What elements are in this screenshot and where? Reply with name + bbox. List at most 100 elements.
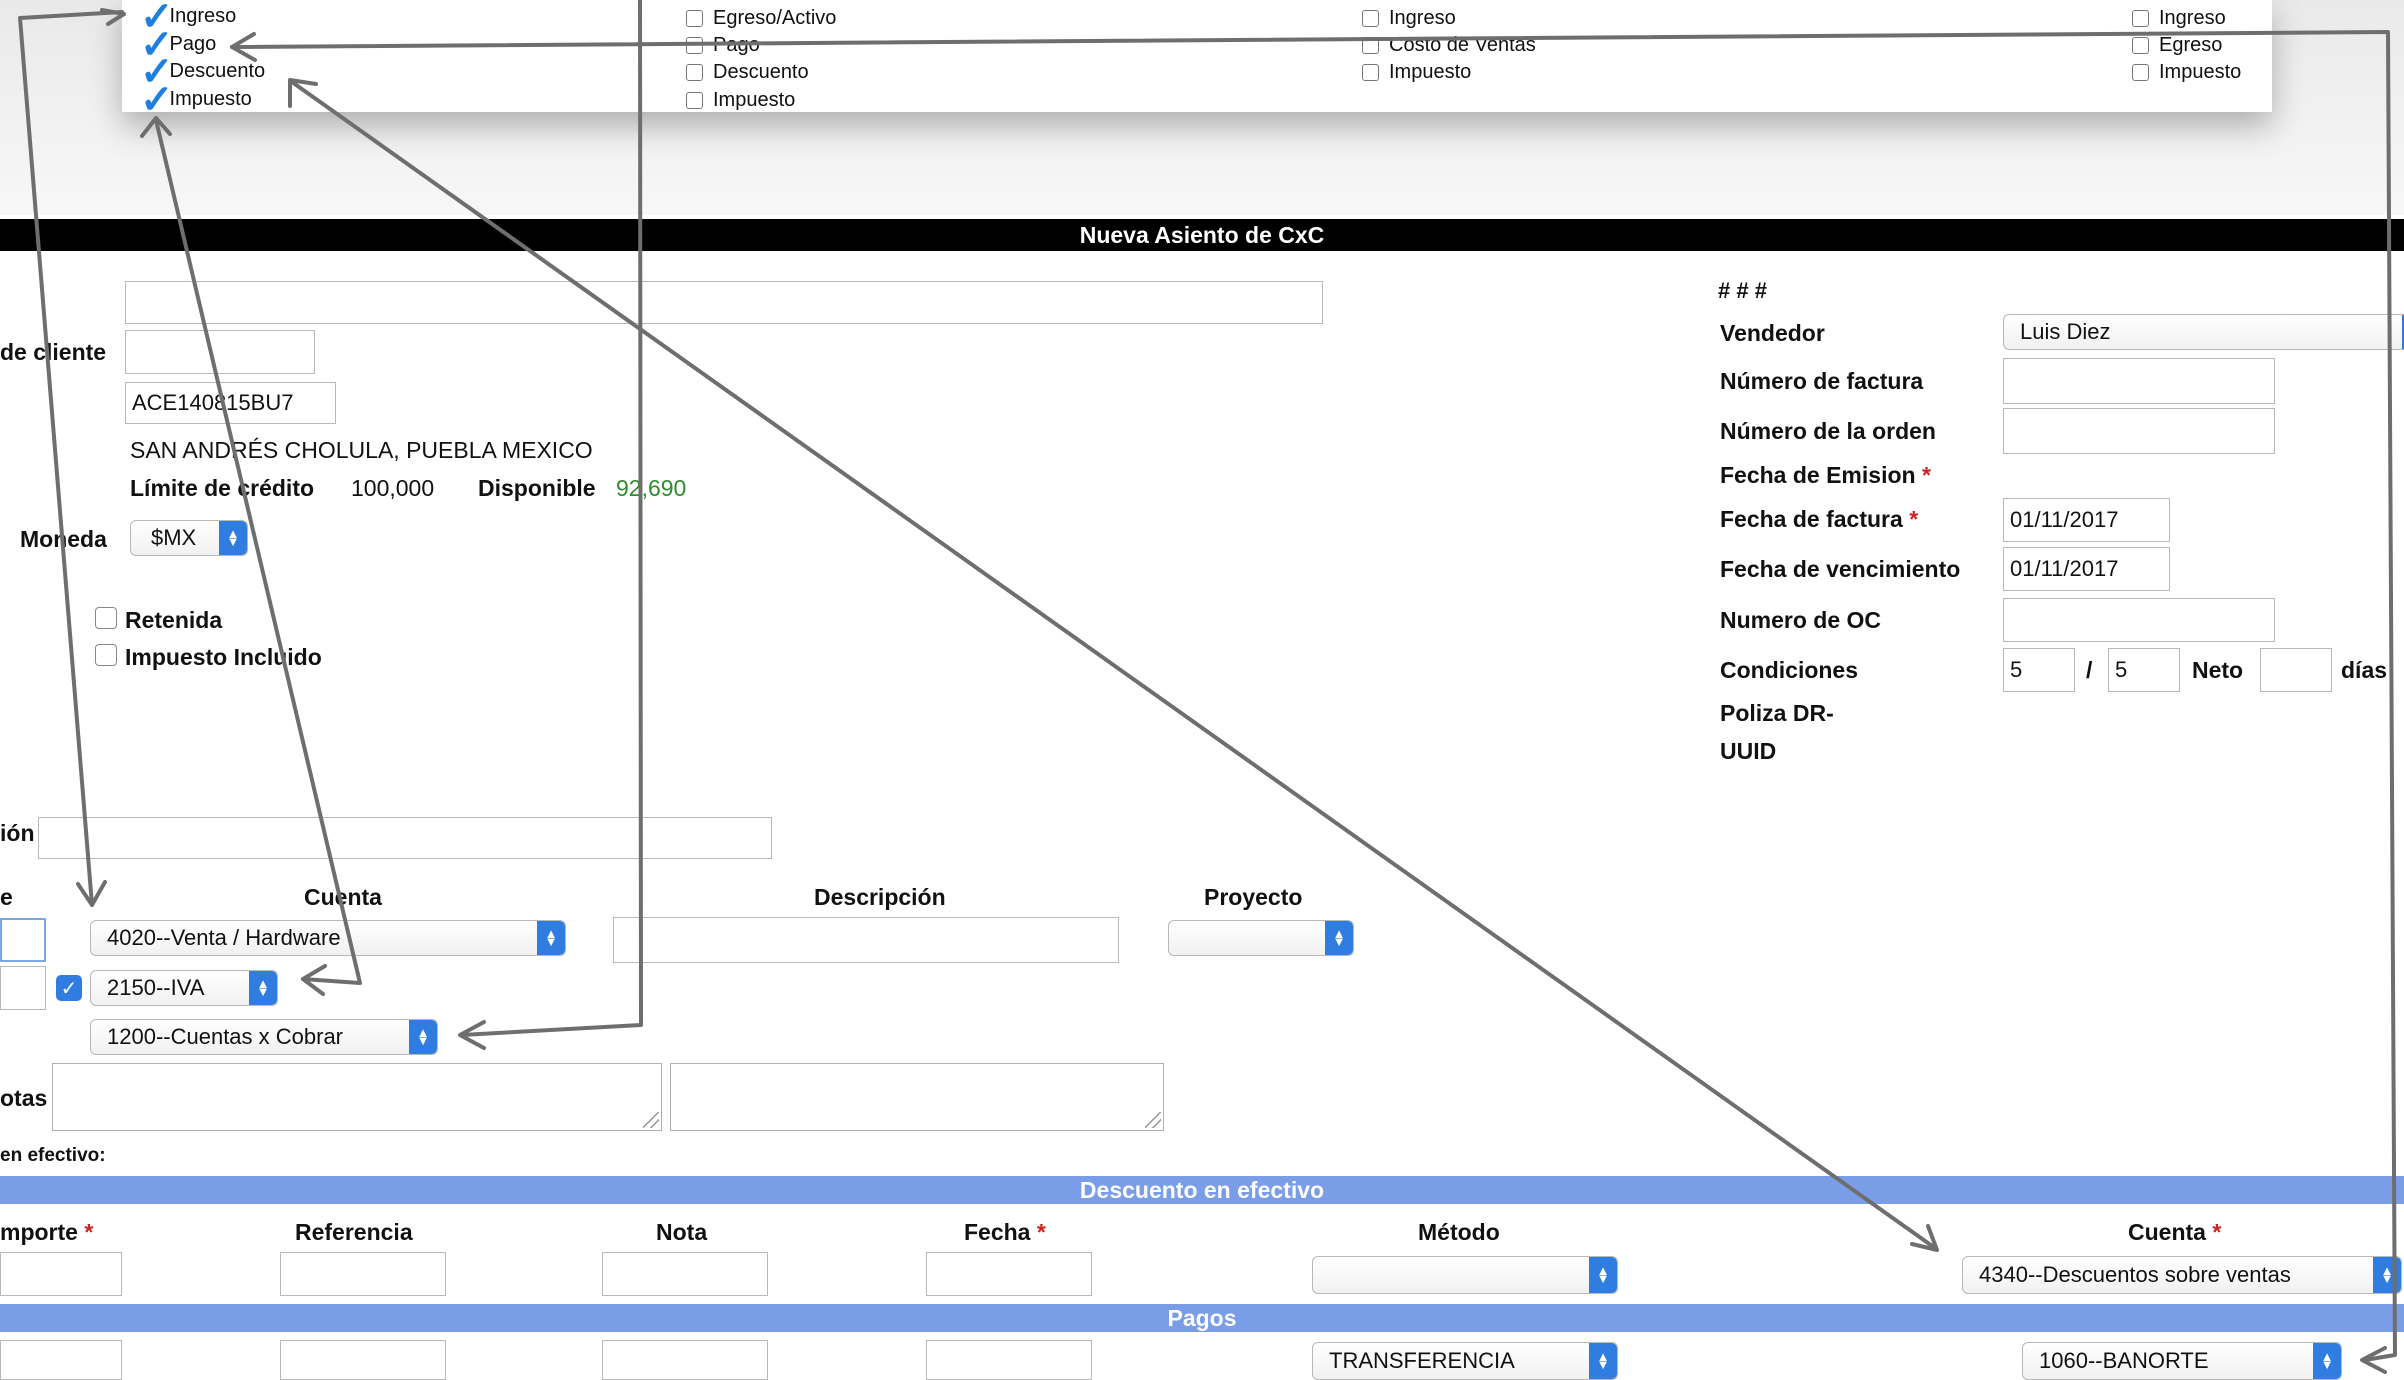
checkbox[interactable] xyxy=(686,64,703,81)
condiciones-label: Condiciones xyxy=(1720,657,1859,683)
hash-text: # # # xyxy=(1718,278,1767,303)
col1-item-impuesto[interactable]: ✓ Impuesto xyxy=(140,77,252,122)
col3-item-ingreso[interactable]: Ingreso xyxy=(1362,7,1456,30)
checkbox[interactable] xyxy=(686,92,703,109)
col2-item-egreso[interactable]: Egreso/Activo xyxy=(686,7,836,30)
checkbox[interactable] xyxy=(2132,37,2149,54)
pago-cuenta-select[interactable]: 1060--BANORTE ▲ ▼ xyxy=(2022,1342,2342,1380)
cliente-search-input[interactable] xyxy=(125,281,1323,324)
checkbox[interactable] xyxy=(1362,37,1379,54)
cuenta-select-1[interactable]: 4020--Venta / Hardware ▲ ▼ xyxy=(90,920,566,956)
fecha-factura-input[interactable]: 01/11/2017 xyxy=(2003,498,2170,542)
notas-textarea-2[interactable] xyxy=(670,1063,1164,1131)
metodo-col-header: Método xyxy=(1418,1219,1500,1245)
importe-input-2[interactable] xyxy=(0,966,46,1010)
efectivo-label: en efectivo: xyxy=(0,1145,106,1166)
num-factura-label: Número de factura xyxy=(1720,368,1924,394)
line-descripcion-input[interactable] xyxy=(613,917,1119,963)
neto-label: Neto xyxy=(2192,657,2244,683)
condiciones-sep: / xyxy=(2086,657,2093,683)
descuento-metodo-select[interactable]: ▲ ▼ xyxy=(1312,1256,1618,1294)
impuesto-incluido-label: Impuesto Incluido xyxy=(125,644,322,670)
cliente-label: de cliente xyxy=(0,339,107,365)
chevron-updown-icon: ▲▼ xyxy=(537,921,565,955)
address-text: SAN ANDRÉS CHOLULA, PUEBLA MEXICO xyxy=(130,437,593,463)
importe-input-1[interactable] xyxy=(0,918,46,962)
col2-item-pago[interactable]: Pago xyxy=(686,34,760,57)
descripcion-label: ión xyxy=(0,820,35,846)
moneda-label: Moneda xyxy=(20,526,107,552)
retenida-label: Retenida xyxy=(125,607,223,633)
checkbox[interactable] xyxy=(2132,10,2149,27)
chevron-updown-icon: ▲▼ xyxy=(1325,921,1353,955)
descuento-nota-input[interactable] xyxy=(602,1252,768,1296)
condiciones-input-1[interactable]: 5 xyxy=(2003,648,2075,692)
cuenta-col-header: Cuenta * xyxy=(2128,1219,2222,1245)
page-title-bar: Nueva Asiento de CxC xyxy=(0,219,2404,251)
limite-value: 100,000 xyxy=(351,475,435,501)
pago-importe-input[interactable] xyxy=(0,1340,122,1380)
notas-label: otas xyxy=(0,1085,48,1111)
fecha-emision-label: Fecha de Emision * xyxy=(1720,462,1931,488)
cuenta-header: Cuenta xyxy=(304,884,382,910)
pago-nota-input[interactable] xyxy=(602,1340,768,1380)
checkbox[interactable] xyxy=(1362,10,1379,27)
neto-input[interactable] xyxy=(2260,648,2332,692)
pago-metodo-select[interactable]: TRANSFERENCIA ▲ ▼ xyxy=(1312,1342,1618,1380)
nota-col-header: Nota xyxy=(656,1219,708,1245)
cuenta-select-2[interactable]: 2150--IVA ▲ ▼ xyxy=(90,970,278,1006)
referencia-col-header: Referencia xyxy=(295,1219,413,1245)
descuento-importe-input[interactable] xyxy=(0,1252,122,1296)
check-icon: ✓ xyxy=(140,77,174,122)
pagos-bar: Pagos xyxy=(0,1304,2404,1332)
moneda-select[interactable]: $MX ▲ ▼ xyxy=(130,520,248,556)
vendedor-label: Vendedor xyxy=(1720,320,1825,346)
fecha-col-header: Fecha * xyxy=(964,1219,1046,1245)
num-factura-input[interactable] xyxy=(2003,358,2275,404)
chevron-updown-icon: ▲▼ xyxy=(249,971,277,1005)
rfc-field: ACE140815BU7 xyxy=(125,382,336,424)
dias-label: días xyxy=(2341,657,2388,683)
impuesto-incluido-checkbox[interactable] xyxy=(95,644,117,666)
checkbox[interactable] xyxy=(1362,64,1379,81)
account-type-panel: ✓ Ingreso ✓ Pago ✓ Descuento ✓ Impuesto Egre… xyxy=(122,0,2272,122)
col2-item-descuento[interactable]: Descuento xyxy=(686,61,809,84)
descuento-referencia-input[interactable] xyxy=(280,1252,446,1296)
fecha-factura-label: Fecha de factura * xyxy=(1720,506,1919,532)
cliente-id-input[interactable] xyxy=(125,330,315,374)
poliza-label: Poliza DR- xyxy=(1720,700,1834,726)
col4-item-impuesto[interactable]: Impuesto xyxy=(2132,61,2241,84)
checkbox[interactable] xyxy=(686,37,703,54)
numero-oc-input[interactable] xyxy=(2003,598,2275,642)
descripcion-header: Descripción xyxy=(814,884,946,910)
arrowhead-cxc xyxy=(458,1020,486,1050)
condiciones-input-2[interactable]: 5 xyxy=(2108,648,2180,692)
iva-checkbox-checked[interactable]: ✓ xyxy=(56,975,82,1001)
pago-fecha-input[interactable] xyxy=(926,1340,1092,1380)
importe-col-header: mporte * xyxy=(0,1219,94,1245)
pago-referencia-input[interactable] xyxy=(280,1340,446,1380)
descripcion-input[interactable] xyxy=(38,817,772,859)
numero-oc-label: Numero de OC xyxy=(1720,607,1882,633)
proyecto-select[interactable]: ▲ ▼ xyxy=(1168,920,1354,956)
col2-item-impuesto[interactable]: Impuesto xyxy=(686,89,795,112)
descuento-fecha-input[interactable] xyxy=(926,1252,1092,1296)
col3-item-impuesto[interactable]: Impuesto xyxy=(1362,61,1471,84)
col4-item-ingreso[interactable]: Ingreso xyxy=(2132,7,2226,30)
col3-item-costo[interactable]: Costo de Ventas xyxy=(1362,34,1536,57)
vendedor-select[interactable]: Luis Diez▲▼ xyxy=(2003,314,2404,350)
chevron-updown-icon: ▲▼ xyxy=(409,1020,437,1054)
retenida-checkbox[interactable] xyxy=(95,607,117,629)
checkbox[interactable] xyxy=(686,10,703,27)
checkbox[interactable] xyxy=(2132,64,2149,81)
num-orden-input[interactable] xyxy=(2003,408,2275,454)
chevron-updown-icon: ▲▼ xyxy=(219,521,247,555)
descuento-cuenta-select[interactable]: 4340--Descuentos sobre ventas ▲ ▼ xyxy=(1962,1256,2402,1294)
cuenta-select-3[interactable]: 1200--Cuentas x Cobrar ▲ ▼ xyxy=(90,1019,438,1055)
col4-item-egreso[interactable]: Egreso xyxy=(2132,34,2222,57)
fecha-venc-input[interactable]: 01/11/2017 xyxy=(2003,547,2170,591)
importe-header: e xyxy=(0,884,13,910)
disponible-label: Disponible xyxy=(478,475,596,501)
notas-textarea-1[interactable] xyxy=(52,1063,662,1131)
fecha-venc-label: Fecha de vencimiento xyxy=(1720,556,1961,582)
